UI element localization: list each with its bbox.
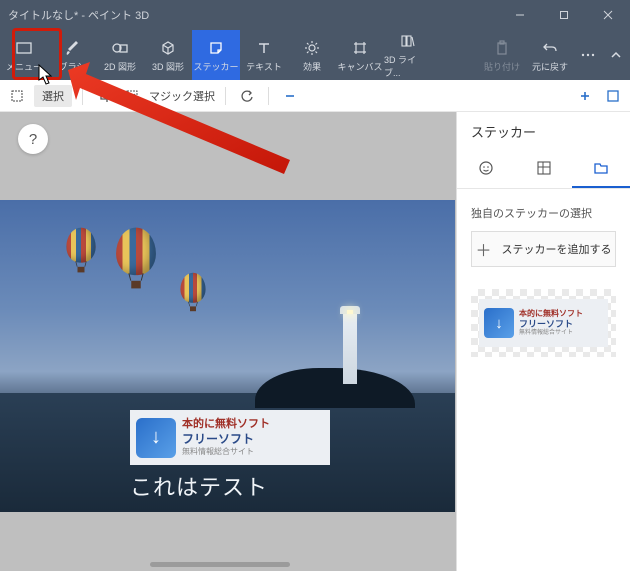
text-icon xyxy=(257,38,271,58)
select-icon[interactable] xyxy=(6,85,28,107)
thumb-line3: 無料情報総合サイト xyxy=(519,330,583,337)
3d-shapes-label: 3D 図形 xyxy=(152,60,184,73)
paste-button[interactable]: 貼り付け xyxy=(478,30,526,80)
add-sticker-button[interactable]: ＋ ステッカーを追加する xyxy=(471,231,616,267)
balloon xyxy=(180,273,205,311)
menu-icon xyxy=(15,38,33,58)
3d-shapes-button[interactable]: 3D 図形 xyxy=(144,30,192,80)
maximize-button[interactable] xyxy=(542,0,586,30)
paste-label: 貼り付け xyxy=(484,60,520,73)
side-tabs xyxy=(457,149,630,189)
sticker-text: 本的に無料ソフト フリーソフト 無料情報総合サイト xyxy=(182,417,270,457)
divider xyxy=(225,87,226,105)
help-button[interactable]: ? xyxy=(18,124,48,154)
plus-icon: ＋ xyxy=(475,237,491,261)
help-label: ? xyxy=(29,131,37,148)
shapes-3d-icon xyxy=(160,38,176,58)
zoom-in-icon[interactable] xyxy=(574,85,596,107)
magic-select-label[interactable]: マジック選択 xyxy=(149,88,215,104)
zoom-out-icon[interactable] xyxy=(279,85,301,107)
menu-label: メニュー xyxy=(6,60,42,73)
fit-icon[interactable] xyxy=(602,85,624,107)
canvas-text-overlay[interactable]: これはテスト xyxy=(130,470,268,502)
brushes-button[interactable]: ブラシ xyxy=(48,30,96,80)
toolbar-more-button[interactable] xyxy=(574,30,602,80)
undo-button[interactable]: 元に戻す xyxy=(526,30,574,80)
text-label: テキスト xyxy=(246,60,282,73)
chevron-up-icon xyxy=(610,45,622,65)
side-panel: ステッカー 独自のステッカーの選択 ＋ ステッカーを追加する 本的に無料ソフト … xyxy=(456,112,630,571)
tab-sticker-shapes[interactable] xyxy=(457,149,515,188)
sticker-logo xyxy=(136,418,176,458)
undo-label: 元に戻す xyxy=(532,60,568,73)
tab-textures[interactable] xyxy=(515,149,573,188)
canvas[interactable]: 本的に無料ソフト フリーソフト 無料情報総合サイト これはテスト xyxy=(0,200,455,512)
side-panel-title: ステッカー xyxy=(457,112,630,149)
sub-toolbar: 選択 マジック選択 xyxy=(0,80,630,112)
balloon xyxy=(116,228,156,289)
2d-shapes-label: 2D 図形 xyxy=(104,60,136,73)
thumb-line2: フリーソフト xyxy=(519,319,583,330)
select-label[interactable]: 選択 xyxy=(34,85,72,107)
brush-icon xyxy=(64,38,80,58)
sticker-line1: 本的に無料ソフト xyxy=(182,417,270,431)
canvas-icon xyxy=(352,38,368,58)
divider xyxy=(268,87,269,105)
close-button[interactable] xyxy=(586,0,630,30)
texture-icon xyxy=(535,159,553,177)
effects-button[interactable]: 効果 xyxy=(288,30,336,80)
lighthouse xyxy=(343,312,357,384)
thumb-text: 本的に無料ソフト フリーソフト 無料情報総合サイト xyxy=(519,309,583,337)
horizontal-scrollbar[interactable] xyxy=(150,562,290,567)
menu-button[interactable]: メニュー xyxy=(0,30,48,80)
canvas-viewport[interactable]: ? 本的に無料ソフト フリーソフト 無料情報総合サイト これはテスト xyxy=(0,112,456,571)
thumbnail-content: 本的に無料ソフト フリーソフト 無料情報総合サイト xyxy=(479,299,608,347)
content-area: ? 本的に無料ソフト フリーソフト 無料情報総合サイト これはテスト ステッカー xyxy=(0,112,630,571)
sticker-icon xyxy=(208,38,224,58)
thumb-logo xyxy=(484,308,514,338)
thumb-line1: 本的に無料ソフト xyxy=(519,309,583,319)
library-icon xyxy=(400,31,416,51)
main-toolbar: メニュー ブラシ 2D 図形 3D 図形 ステッカー テキスト 効果 xyxy=(0,30,630,80)
add-sticker-label: ステッカーを追加する xyxy=(502,241,612,257)
stickers-button[interactable]: ステッカー xyxy=(192,30,240,80)
undo-icon xyxy=(542,38,558,58)
effects-icon xyxy=(304,38,320,58)
sticker-line3: 無料情報総合サイト xyxy=(182,447,270,457)
window-controls xyxy=(498,0,630,30)
3d-library-button[interactable]: 3D ライブ... xyxy=(384,30,432,80)
shapes-2d-icon xyxy=(111,38,129,58)
more-icon xyxy=(581,45,595,65)
stickers-label: ステッカー xyxy=(193,60,238,73)
brushes-label: ブラシ xyxy=(59,60,86,73)
divider xyxy=(82,87,83,105)
app-title: タイトルなし* - ペイント 3D xyxy=(8,7,149,23)
crop-icon[interactable] xyxy=(93,85,115,107)
effects-label: 効果 xyxy=(303,60,321,73)
3d-library-label: 3D ライブ... xyxy=(384,53,432,79)
sticker-thumbnail[interactable]: 本的に無料ソフト フリーソフト 無料情報総合サイト xyxy=(471,289,616,357)
placed-sticker[interactable]: 本的に無料ソフト フリーソフト 無料情報総合サイト xyxy=(130,410,330,465)
balloon xyxy=(66,228,95,273)
smiley-icon xyxy=(477,159,495,177)
minimize-button[interactable] xyxy=(498,0,542,30)
magic-select-icon[interactable] xyxy=(121,85,143,107)
paste-icon xyxy=(495,38,509,58)
canvas-button[interactable]: キャンバス xyxy=(336,30,384,80)
rotate-icon[interactable] xyxy=(236,85,258,107)
tab-custom-stickers[interactable] xyxy=(572,149,630,188)
text-button[interactable]: テキスト xyxy=(240,30,288,80)
sticker-line2: フリーソフト xyxy=(182,432,270,448)
toolbar-collapse-button[interactable] xyxy=(602,30,630,80)
2d-shapes-button[interactable]: 2D 図形 xyxy=(96,30,144,80)
folder-icon xyxy=(592,159,610,177)
canvas-label: キャンバス xyxy=(337,60,382,73)
titlebar: タイトルなし* - ペイント 3D xyxy=(0,0,630,30)
side-section-label: 独自のステッカーの選択 xyxy=(457,189,630,231)
